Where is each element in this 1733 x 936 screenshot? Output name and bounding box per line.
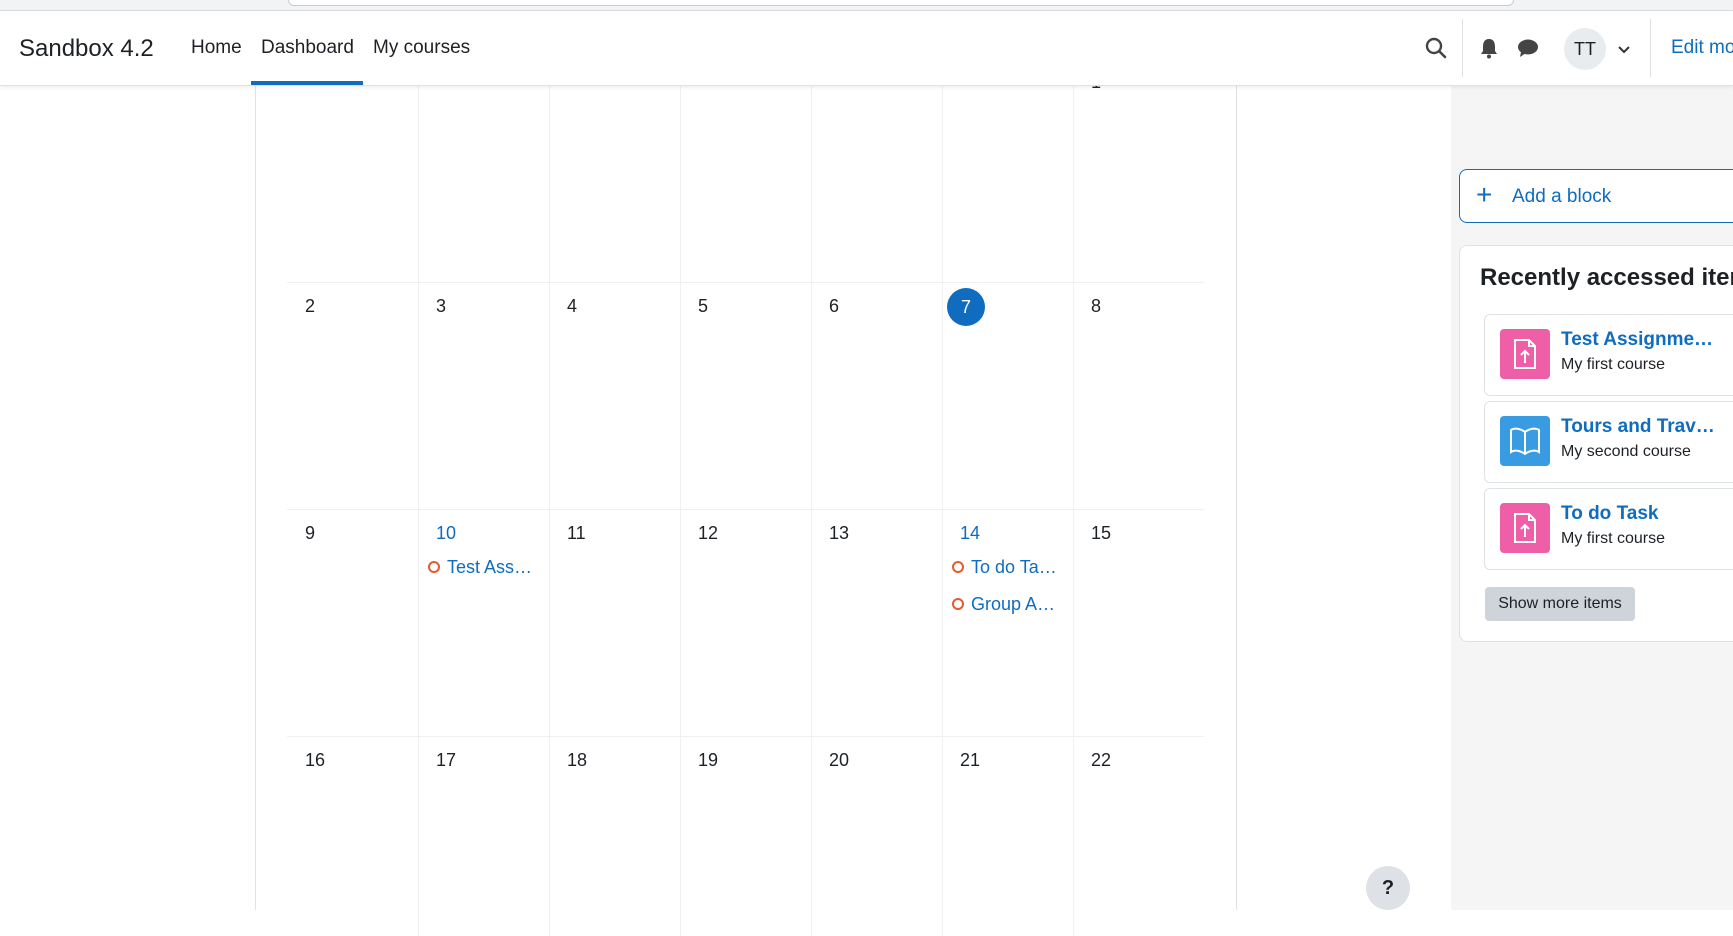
plus-icon: +: [1476, 179, 1493, 210]
calendar-day-cell[interactable]: 15: [1073, 509, 1204, 736]
recent-item-course: My first course: [1561, 356, 1666, 373]
calendar-event[interactable]: Group A…: [952, 593, 1055, 615]
calendar-day-cell: [942, 86, 1074, 282]
calendar-day-cell[interactable]: 18: [549, 736, 681, 936]
calendar-day-cell: [287, 86, 419, 282]
chevron-down-icon[interactable]: [1614, 39, 1634, 59]
day-number[interactable]: 22: [1091, 750, 1111, 771]
bell-icon[interactable]: [1474, 33, 1504, 63]
day-number[interactable]: 6: [829, 296, 839, 317]
calendar-day-cell[interactable]: 11: [549, 509, 681, 736]
day-number[interactable]: 18: [567, 750, 587, 771]
calendar-day-cell[interactable]: 19: [680, 736, 812, 936]
recent-item-name[interactable]: To do Task: [1561, 503, 1721, 525]
site-brand[interactable]: Sandbox 4.2: [19, 35, 154, 63]
day-number[interactable]: 13: [829, 523, 849, 544]
assignment-icon: [1500, 329, 1550, 379]
recent-item[interactable]: To do Task My first course: [1484, 488, 1733, 570]
event-status-icon: [428, 561, 440, 573]
day-number[interactable]: 19: [698, 750, 718, 771]
calendar-day-cell[interactable]: 2: [287, 282, 419, 509]
calendar-day-cell[interactable]: 16: [287, 736, 419, 936]
day-number-link[interactable]: 10: [436, 523, 456, 544]
calendar-day-cell[interactable]: 3: [418, 282, 550, 509]
event-title[interactable]: To do Ta…: [971, 557, 1057, 578]
event-title[interactable]: Test Ass…: [447, 557, 532, 578]
calendar-day-cell[interactable]: 21: [942, 736, 1074, 936]
calendar-day-cell[interactable]: 6: [811, 282, 943, 509]
day-number-link[interactable]: 14: [960, 523, 980, 544]
day-number[interactable]: 9: [305, 523, 315, 544]
calendar-week-row: 1: [287, 72, 1204, 283]
edit-mode-toggle[interactable]: Edit mo: [1671, 37, 1733, 59]
navbar-divider: [1650, 19, 1651, 77]
day-number[interactable]: 4: [567, 296, 577, 317]
today-marker[interactable]: 7: [947, 288, 985, 326]
top-navbar: Sandbox 4.2 Home Dashboard My courses TT…: [0, 11, 1733, 86]
nav-dashboard[interactable]: Dashboard: [261, 37, 354, 59]
calendar-week-row: 16 17 18 19 20 21 22: [287, 736, 1204, 936]
day-number[interactable]: 17: [436, 750, 456, 771]
calendar-day-cell: [811, 86, 943, 282]
calendar-day-cell: [549, 86, 681, 282]
nav-home[interactable]: Home: [191, 37, 242, 59]
day-number[interactable]: 15: [1091, 523, 1111, 544]
day-number[interactable]: 21: [960, 750, 980, 771]
day-number[interactable]: 12: [698, 523, 718, 544]
recent-item[interactable]: Test Assignmen… My first course: [1484, 314, 1733, 396]
calendar-day-cell[interactable]: 5: [680, 282, 812, 509]
nav-my-courses[interactable]: My courses: [373, 37, 470, 59]
navbar-divider: [1462, 19, 1463, 77]
recently-accessed-title: Recently accessed iten: [1480, 264, 1733, 291]
help-button[interactable]: ?: [1366, 866, 1410, 910]
search-icon[interactable]: [1421, 33, 1451, 63]
book-icon: [1500, 416, 1550, 466]
calendar-day-cell[interactable]: 9: [287, 509, 419, 736]
day-number[interactable]: 2: [305, 296, 315, 317]
assignment-icon: [1500, 503, 1550, 553]
day-number[interactable]: 8: [1091, 296, 1101, 317]
calendar-week-row: 2 3 4 5 6 8: [287, 282, 1204, 510]
address-bar[interactable]: [288, 0, 1514, 6]
calendar-day-cell: 1: [1073, 72, 1204, 282]
calendar-day-cell[interactable]: 20: [811, 736, 943, 936]
add-block-button[interactable]: + Add a block: [1459, 169, 1733, 223]
calendar-week-row: 9 10 Test Ass… 11 12 13 14 To do Ta… Gro…: [287, 509, 1204, 737]
browser-strip: [0, 0, 1733, 11]
calendar-event[interactable]: To do Ta…: [952, 556, 1057, 578]
recent-item-course: My first course: [1561, 530, 1666, 547]
calendar-day-cell[interactable]: 17: [418, 736, 550, 936]
day-number[interactable]: 20: [829, 750, 849, 771]
day-number[interactable]: 16: [305, 750, 325, 771]
recent-item-course: My second course: [1561, 443, 1691, 460]
calendar-day-cell: [680, 86, 812, 282]
calendar-day-cell[interactable]: 4: [549, 282, 681, 509]
calendar-day-cell[interactable]: 10 Test Ass…: [418, 509, 550, 736]
event-status-icon: [952, 561, 964, 573]
calendar-event[interactable]: Test Ass…: [428, 556, 532, 578]
chat-icon[interactable]: [1513, 33, 1543, 63]
calendar-day-cell[interactable]: 14 To do Ta… Group A…: [942, 509, 1074, 736]
event-title[interactable]: Group A…: [971, 594, 1055, 615]
user-avatar[interactable]: TT: [1564, 28, 1606, 70]
active-nav-indicator: [251, 81, 363, 85]
add-block-label: Add a block: [1512, 186, 1612, 207]
calendar-day-cell[interactable]: 12: [680, 509, 812, 736]
day-number[interactable]: 5: [698, 296, 708, 317]
calendar-day-cell: [418, 86, 550, 282]
recent-item-name[interactable]: Test Assignmen…: [1561, 329, 1721, 351]
calendar-day-cell[interactable]: 13: [811, 509, 943, 736]
show-more-items-button[interactable]: Show more items: [1485, 587, 1635, 621]
recent-item[interactable]: Tours and Trave… My second course: [1484, 401, 1733, 483]
day-number[interactable]: 3: [436, 296, 446, 317]
event-status-icon: [952, 598, 964, 610]
recent-item-name[interactable]: Tours and Trave…: [1561, 416, 1721, 438]
day-number[interactable]: 11: [567, 523, 586, 544]
calendar-day-cell[interactable]: 22: [1073, 736, 1204, 936]
calendar-day-cell[interactable]: 8: [1073, 282, 1204, 509]
